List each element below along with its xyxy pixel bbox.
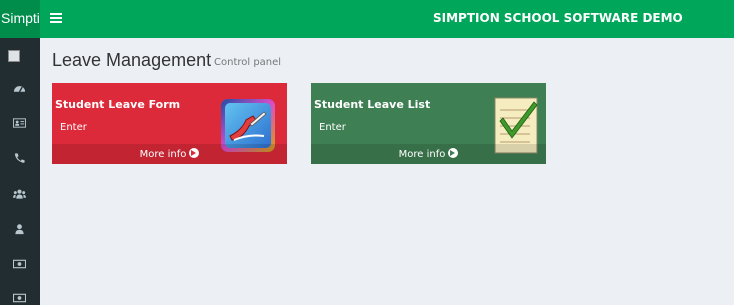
more-info-link[interactable]: More info bbox=[311, 144, 546, 164]
arrow-circle-right-icon bbox=[448, 148, 459, 158]
sidebar bbox=[0, 38, 40, 305]
sidebar-toggle-icon[interactable] bbox=[50, 12, 62, 24]
arrow-circle-right-icon bbox=[189, 148, 200, 158]
money-icon bbox=[13, 293, 26, 303]
student-leave-form-box[interactable]: Student Leave Form Enter More info bbox=[52, 83, 287, 164]
student-leave-list-box[interactable]: Student Leave List Enter More info bbox=[311, 83, 546, 164]
sidebar-item-dashboard[interactable] bbox=[0, 78, 40, 98]
sidebar-item-user[interactable] bbox=[0, 219, 40, 239]
more-info-label: More info bbox=[398, 149, 446, 160]
logo-text: Simpti bbox=[1, 10, 40, 26]
phone-icon bbox=[14, 153, 25, 163]
logo[interactable]: Simpti bbox=[0, 0, 40, 38]
more-info-link[interactable]: More info bbox=[52, 144, 287, 164]
page-title: Leave Management bbox=[52, 50, 212, 70]
sidebar-item-users[interactable] bbox=[0, 184, 40, 204]
sidebar-item-id-card[interactable] bbox=[0, 113, 40, 133]
box-enter-label: Enter bbox=[60, 122, 87, 133]
user-avatar bbox=[8, 50, 20, 62]
sidebar-item-money-2[interactable] bbox=[0, 288, 40, 305]
box-title: Student Leave List bbox=[314, 98, 431, 111]
sidebar-item-money[interactable] bbox=[0, 254, 40, 274]
sidebar-item-phone[interactable] bbox=[0, 148, 40, 168]
box-title: Student Leave Form bbox=[55, 98, 181, 111]
page-subtitle: Control panel bbox=[214, 57, 282, 68]
money-icon bbox=[13, 259, 26, 269]
box-enter-label: Enter bbox=[319, 122, 346, 133]
app-title: SIMPTION SCHOOL SOFTWARE DEMO bbox=[433, 11, 683, 25]
user-icon bbox=[15, 224, 24, 235]
more-info-label: More info bbox=[139, 149, 187, 160]
dashboard-icon bbox=[13, 86, 26, 93]
users-icon bbox=[13, 189, 26, 199]
id-card-icon bbox=[13, 118, 26, 128]
top-navbar: Simpti SIMPTION SCHOOL SOFTWARE DEMO bbox=[0, 0, 734, 38]
